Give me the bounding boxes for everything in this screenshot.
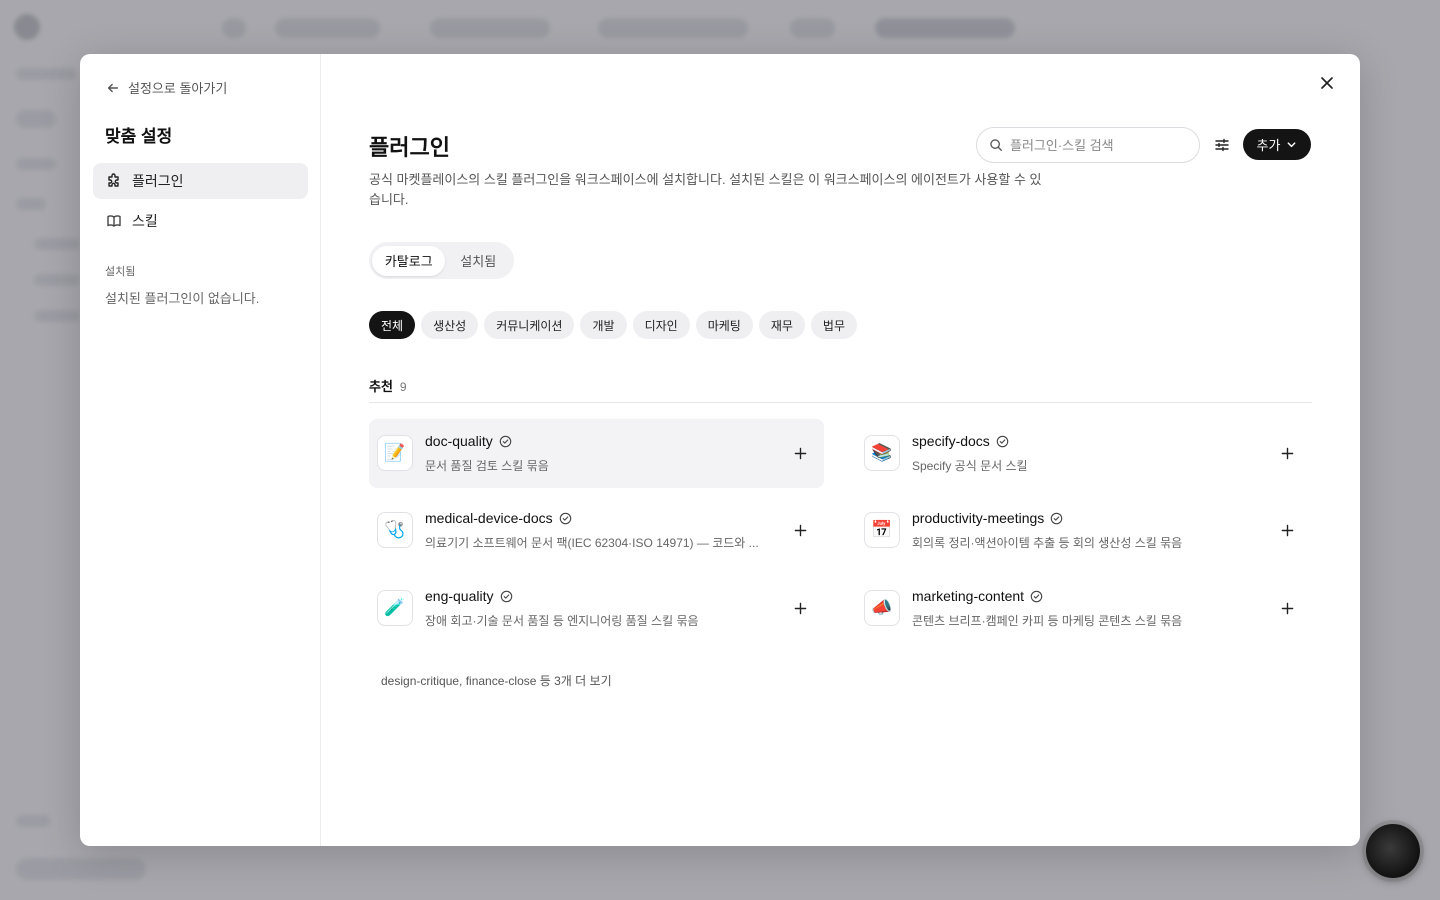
installed-section-label: 설치됨 xyxy=(105,266,136,278)
plugin-description: Specify 공식 문서 스킬 xyxy=(912,459,1028,473)
category-chip-communication[interactable]: 커뮤니케이션 xyxy=(484,311,575,339)
verified-icon xyxy=(500,590,512,602)
view-tabs: 카탈로그 설치됨 xyxy=(369,242,514,279)
sidebar-item-label: 플러그인 xyxy=(132,173,184,189)
category-chip-marketing[interactable]: 마케팅 xyxy=(695,311,753,339)
plus-icon xyxy=(794,524,806,536)
plugin-emoji: 🧪 xyxy=(384,598,406,617)
plus-icon xyxy=(1281,602,1293,614)
plugin-icon: 📅 xyxy=(864,512,900,548)
plugins-modal: 설정으로 돌아가기 맞춤 설정 플러그인 스킬 설치됨 설치된 플러그인이 없습… xyxy=(80,54,1360,846)
plugin-name-row: productivity-meetings xyxy=(912,510,1063,526)
tab-installed[interactable]: 설치됨 xyxy=(445,246,511,276)
search-box[interactable] xyxy=(976,127,1200,163)
plugin-emoji: 📣 xyxy=(871,598,893,617)
verified-icon xyxy=(1051,512,1063,524)
chevron-down-icon xyxy=(1288,142,1296,148)
category-chip-finance[interactable]: 재무 xyxy=(758,311,805,339)
category-chip-productivity[interactable]: 생산성 xyxy=(421,311,479,339)
plugin-name: specify-docs xyxy=(912,433,990,449)
install-plugin-button[interactable] xyxy=(792,445,808,461)
plugin-card[interactable]: 📚 specify-docs Specify 공식 문서 스킬 xyxy=(856,419,1311,488)
puzzle-icon xyxy=(108,173,119,187)
filter-button[interactable] xyxy=(1211,134,1233,156)
plugin-emoji: 📅 xyxy=(871,520,893,539)
plus-icon xyxy=(1281,447,1293,459)
section-divider xyxy=(369,402,1312,403)
plugin-description: 의료기기 소프트웨어 문서 팩(IEC 62304·ISO 14971) — 코… xyxy=(425,536,759,550)
sidebar-item-skills[interactable]: 스킬 xyxy=(93,203,308,239)
show-more-link[interactable]: design-critique, finance-close 등 3개 더 보기 xyxy=(381,672,612,689)
plugin-name-row: marketing-content xyxy=(912,588,1043,604)
category-chip-development[interactable]: 개발 xyxy=(580,311,627,339)
close-icon xyxy=(1321,77,1333,89)
back-label: 설정으로 돌아가기 xyxy=(128,81,228,96)
plus-icon xyxy=(794,447,806,459)
plugin-card[interactable]: 📅 productivity-meetings 회의록 정리·액션아이템 추출 등 … xyxy=(856,496,1311,565)
category-chip-all[interactable]: 전체 xyxy=(369,311,416,339)
plugin-icon: 🧪 xyxy=(377,590,413,626)
install-plugin-button[interactable] xyxy=(1279,522,1295,538)
plugin-name-row: eng-quality xyxy=(425,588,513,604)
tab-catalog[interactable]: 카탈로그 xyxy=(372,245,446,276)
verified-icon xyxy=(559,512,571,524)
category-chip-design[interactable]: 디자인 xyxy=(632,311,690,339)
plugin-name-row: medical-device-docs xyxy=(425,510,572,526)
plugin-card[interactable]: 🧪 eng-quality 장애 회고·기술 문서 품질 등 엔지니어링 품질 스킬… xyxy=(369,574,824,643)
verified-icon xyxy=(1030,590,1043,602)
installed-empty-text: 설치된 플러그인이 없습니다. xyxy=(105,291,260,306)
plugin-description: 콘텐츠 브리프·캠페인 카피 등 마케팅 콘텐츠 스킬 묶음 xyxy=(912,614,1183,628)
sliders-icon xyxy=(1215,138,1229,152)
plugin-name: doc-quality xyxy=(425,433,493,449)
install-plugin-button[interactable] xyxy=(792,600,808,616)
page-title: 플러그인 xyxy=(369,135,450,160)
plugin-card[interactable]: 📣 marketing-content 콘텐츠 브리프·캠페인 카피 등 마케팅 콘… xyxy=(856,574,1311,643)
install-plugin-button[interactable] xyxy=(792,522,808,538)
plugin-emoji: 📝 xyxy=(384,443,406,462)
assistant-orb-button[interactable] xyxy=(1366,824,1420,878)
plugin-name: eng-quality xyxy=(425,588,494,604)
search-input[interactable] xyxy=(1010,137,1190,153)
sidebar-title: 맞춤 설정 xyxy=(105,127,173,146)
page-description: 공식 마켓플레이스의 스킬 플러그인을 워크스페이스에 설치합니다. 설치된 스… xyxy=(369,172,1042,207)
add-button-label: 추가 xyxy=(1256,138,1281,153)
install-plugin-button[interactable] xyxy=(1279,600,1295,616)
plus-icon xyxy=(1281,524,1293,536)
book-icon xyxy=(107,215,121,227)
category-filters: 전체 생산성 커뮤니케이션 개발 디자인 마케팅 재무 법무 xyxy=(369,311,857,339)
close-button[interactable] xyxy=(1316,72,1338,94)
plugin-description: 문서 품질 검토 스킬 묶음 xyxy=(425,459,549,473)
plugin-name: productivity-meetings xyxy=(912,510,1045,526)
plugin-card[interactable]: 📝 doc-quality 문서 품질 검토 스킬 묶음 xyxy=(369,419,824,488)
search-icon xyxy=(990,139,1002,151)
plugin-icon: 📝 xyxy=(377,435,413,471)
plugin-name-row: specify-docs xyxy=(912,433,1009,449)
sidebar-item-plugins[interactable]: 플러그인 xyxy=(93,163,308,199)
plugin-description: 장애 회고·기술 문서 품질 등 엔지니어링 품질 스킬 묶음 xyxy=(425,614,699,628)
plugin-emoji: 📚 xyxy=(871,443,893,462)
plugin-description: 회의록 정리·액션아이템 추출 등 회의 생산성 스킬 묶음 xyxy=(912,536,1183,550)
verified-icon xyxy=(996,435,1009,447)
section-label: 추천 xyxy=(369,379,393,394)
sidebar-item-label: 스킬 xyxy=(132,213,158,229)
verified-icon xyxy=(499,435,511,447)
plugin-name-row: doc-quality xyxy=(425,433,512,449)
recommended-section-header: 추천 9 xyxy=(369,376,407,395)
plugin-icon: 📣 xyxy=(864,590,900,626)
plugin-name: marketing-content xyxy=(912,588,1025,604)
category-chip-legal[interactable]: 법무 xyxy=(810,311,857,339)
arrow-left-icon xyxy=(107,83,119,92)
install-plugin-button[interactable] xyxy=(1279,445,1295,461)
add-button[interactable]: 추가 xyxy=(1243,129,1311,160)
plugin-icon: 📚 xyxy=(864,435,900,471)
back-to-settings-link[interactable]: 설정으로 돌아가기 xyxy=(106,78,227,97)
plugin-icon: 🩺 xyxy=(377,512,413,548)
plugin-name: medical-device-docs xyxy=(425,510,553,526)
section-count: 9 xyxy=(399,380,407,394)
plus-icon xyxy=(794,602,806,614)
plugin-card[interactable]: 🩺 medical-device-docs 의료기기 소프트웨어 문서 팩(IEC … xyxy=(369,496,824,565)
settings-sidebar: 설정으로 돌아가기 맞춤 설정 플러그인 스킬 설치됨 설치된 플러그인이 없습… xyxy=(80,54,321,846)
plugin-emoji: 🩺 xyxy=(384,520,406,539)
plugins-main: 플러그인 공식 마켓플레이스의 스킬 플러그인을 워크스페이스에 설치합니다. … xyxy=(321,54,1360,846)
